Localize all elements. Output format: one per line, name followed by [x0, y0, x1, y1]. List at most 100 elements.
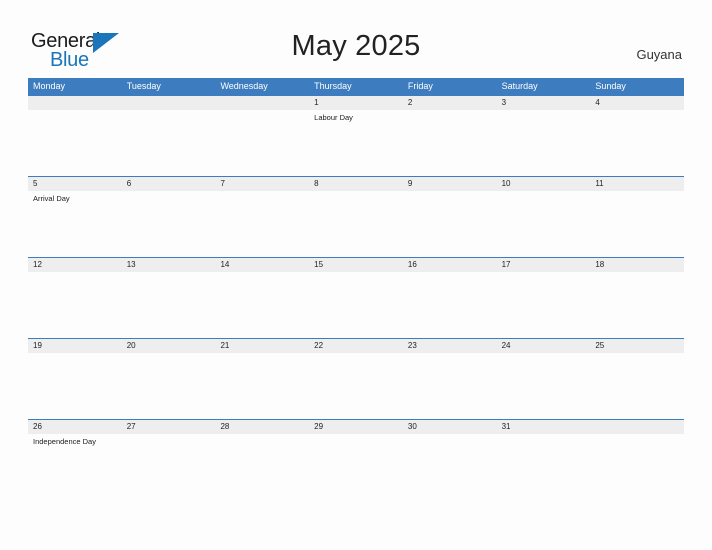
week-numbers-band: 12 13 14 15 16 17 18 [28, 257, 684, 272]
week-numbers-band: 19 20 21 22 23 24 25 [28, 338, 684, 353]
day-cell[interactable] [403, 191, 497, 257]
day-number[interactable]: 19 [28, 339, 122, 353]
day-cell[interactable] [497, 353, 591, 419]
weekday-header-row: Monday Tuesday Wednesday Thursday Friday… [28, 78, 684, 95]
day-cell[interactable] [309, 353, 403, 419]
day-cell[interactable] [309, 272, 403, 338]
calendar-page: General Blue May 2025 Guyana Monday Tues… [0, 0, 712, 550]
week-events-band: Labour Day [28, 110, 684, 176]
day-cell[interactable] [122, 191, 216, 257]
region-label: Guyana [636, 47, 682, 62]
day-cell[interactable] [590, 191, 684, 257]
week-events-band [28, 353, 684, 419]
day-cell[interactable] [215, 434, 309, 479]
day-number[interactable]: 30 [403, 420, 497, 434]
day-cell[interactable] [403, 110, 497, 176]
day-cell[interactable] [215, 272, 309, 338]
day-number[interactable]: 15 [309, 258, 403, 272]
day-cell[interactable] [590, 272, 684, 338]
week-numbers-band: 5 6 7 8 9 10 11 [28, 176, 684, 191]
day-number[interactable]: 27 [122, 420, 216, 434]
day-number[interactable]: 28 [215, 420, 309, 434]
day-number[interactable]: 29 [309, 420, 403, 434]
day-number[interactable]: 20 [122, 339, 216, 353]
day-cell[interactable] [215, 110, 309, 176]
day-number[interactable] [28, 96, 122, 110]
weekday-header-tuesday: Tuesday [126, 81, 161, 91]
weekday-header-thursday: Thursday [314, 81, 352, 91]
day-number[interactable]: 12 [28, 258, 122, 272]
day-number[interactable]: 31 [497, 420, 591, 434]
calendar-grid: Monday Tuesday Wednesday Thursday Friday… [28, 78, 684, 479]
day-cell[interactable]: Arrival Day [28, 191, 122, 257]
day-number[interactable]: 26 [28, 420, 122, 434]
day-number[interactable]: 11 [590, 177, 684, 191]
day-cell[interactable] [590, 434, 684, 479]
day-cell[interactable] [309, 434, 403, 479]
day-number[interactable]: 24 [497, 339, 591, 353]
day-cell[interactable] [403, 434, 497, 479]
day-number[interactable]: 16 [403, 258, 497, 272]
day-number[interactable]: 10 [497, 177, 591, 191]
day-number[interactable]: 22 [309, 339, 403, 353]
day-number[interactable]: 9 [403, 177, 497, 191]
week-row: 1 2 3 4 Labour Day [28, 95, 684, 176]
day-cell[interactable] [28, 353, 122, 419]
day-number[interactable]: 14 [215, 258, 309, 272]
day-cell[interactable] [122, 110, 216, 176]
week-numbers-band: 1 2 3 4 [28, 95, 684, 110]
day-event-label: Labour Day [314, 113, 353, 122]
weekday-header-wednesday: Wednesday [220, 81, 268, 91]
day-number[interactable]: 2 [403, 96, 497, 110]
day-number[interactable]: 23 [403, 339, 497, 353]
weekday-header-sunday: Sunday [595, 81, 626, 91]
day-cell[interactable] [497, 272, 591, 338]
day-number[interactable]: 7 [215, 177, 309, 191]
day-number[interactable]: 13 [122, 258, 216, 272]
day-number[interactable]: 5 [28, 177, 122, 191]
week-row: 26 27 28 29 30 31 Independence Day [28, 419, 684, 479]
day-number[interactable]: 25 [590, 339, 684, 353]
week-events-band [28, 272, 684, 338]
page-title: May 2025 [291, 30, 421, 62]
day-cell[interactable] [497, 110, 591, 176]
day-event-label: Arrival Day [33, 194, 70, 203]
week-row: 12 13 14 15 16 17 18 [28, 257, 684, 338]
day-cell[interactable] [309, 191, 403, 257]
day-cell[interactable] [28, 110, 122, 176]
day-cell[interactable]: Independence Day [28, 434, 122, 479]
day-number[interactable]: 4 [590, 96, 684, 110]
week-events-band: Independence Day [28, 434, 684, 479]
day-cell[interactable]: Labour Day [309, 110, 403, 176]
weekday-header-friday: Friday [407, 81, 433, 91]
page-header: General Blue May 2025 Guyana [0, 0, 712, 78]
day-cell[interactable] [590, 110, 684, 176]
week-row: 5 6 7 8 9 10 11 Arrival Day [28, 176, 684, 257]
day-cell[interactable] [28, 272, 122, 338]
weekday-header-saturday: Saturday [501, 81, 538, 91]
day-cell[interactable] [497, 191, 591, 257]
day-cell[interactable] [590, 353, 684, 419]
day-number[interactable]: 8 [309, 177, 403, 191]
day-number[interactable] [590, 420, 684, 434]
day-cell[interactable] [403, 353, 497, 419]
week-row: 19 20 21 22 23 24 25 [28, 338, 684, 419]
day-event-label: Independence Day [33, 437, 96, 446]
weekday-header-monday: Monday [33, 81, 66, 91]
day-number[interactable]: 21 [215, 339, 309, 353]
day-number[interactable]: 17 [497, 258, 591, 272]
day-number[interactable]: 1 [309, 96, 403, 110]
day-number[interactable]: 3 [497, 96, 591, 110]
day-number[interactable]: 6 [122, 177, 216, 191]
day-number[interactable] [215, 96, 309, 110]
day-cell[interactable] [122, 353, 216, 419]
day-cell[interactable] [215, 191, 309, 257]
day-cell[interactable] [215, 353, 309, 419]
day-cell[interactable] [122, 272, 216, 338]
day-number[interactable]: 18 [590, 258, 684, 272]
week-events-band: Arrival Day [28, 191, 684, 257]
day-cell[interactable] [497, 434, 591, 479]
day-cell[interactable] [122, 434, 216, 479]
day-number[interactable] [122, 96, 216, 110]
day-cell[interactable] [403, 272, 497, 338]
